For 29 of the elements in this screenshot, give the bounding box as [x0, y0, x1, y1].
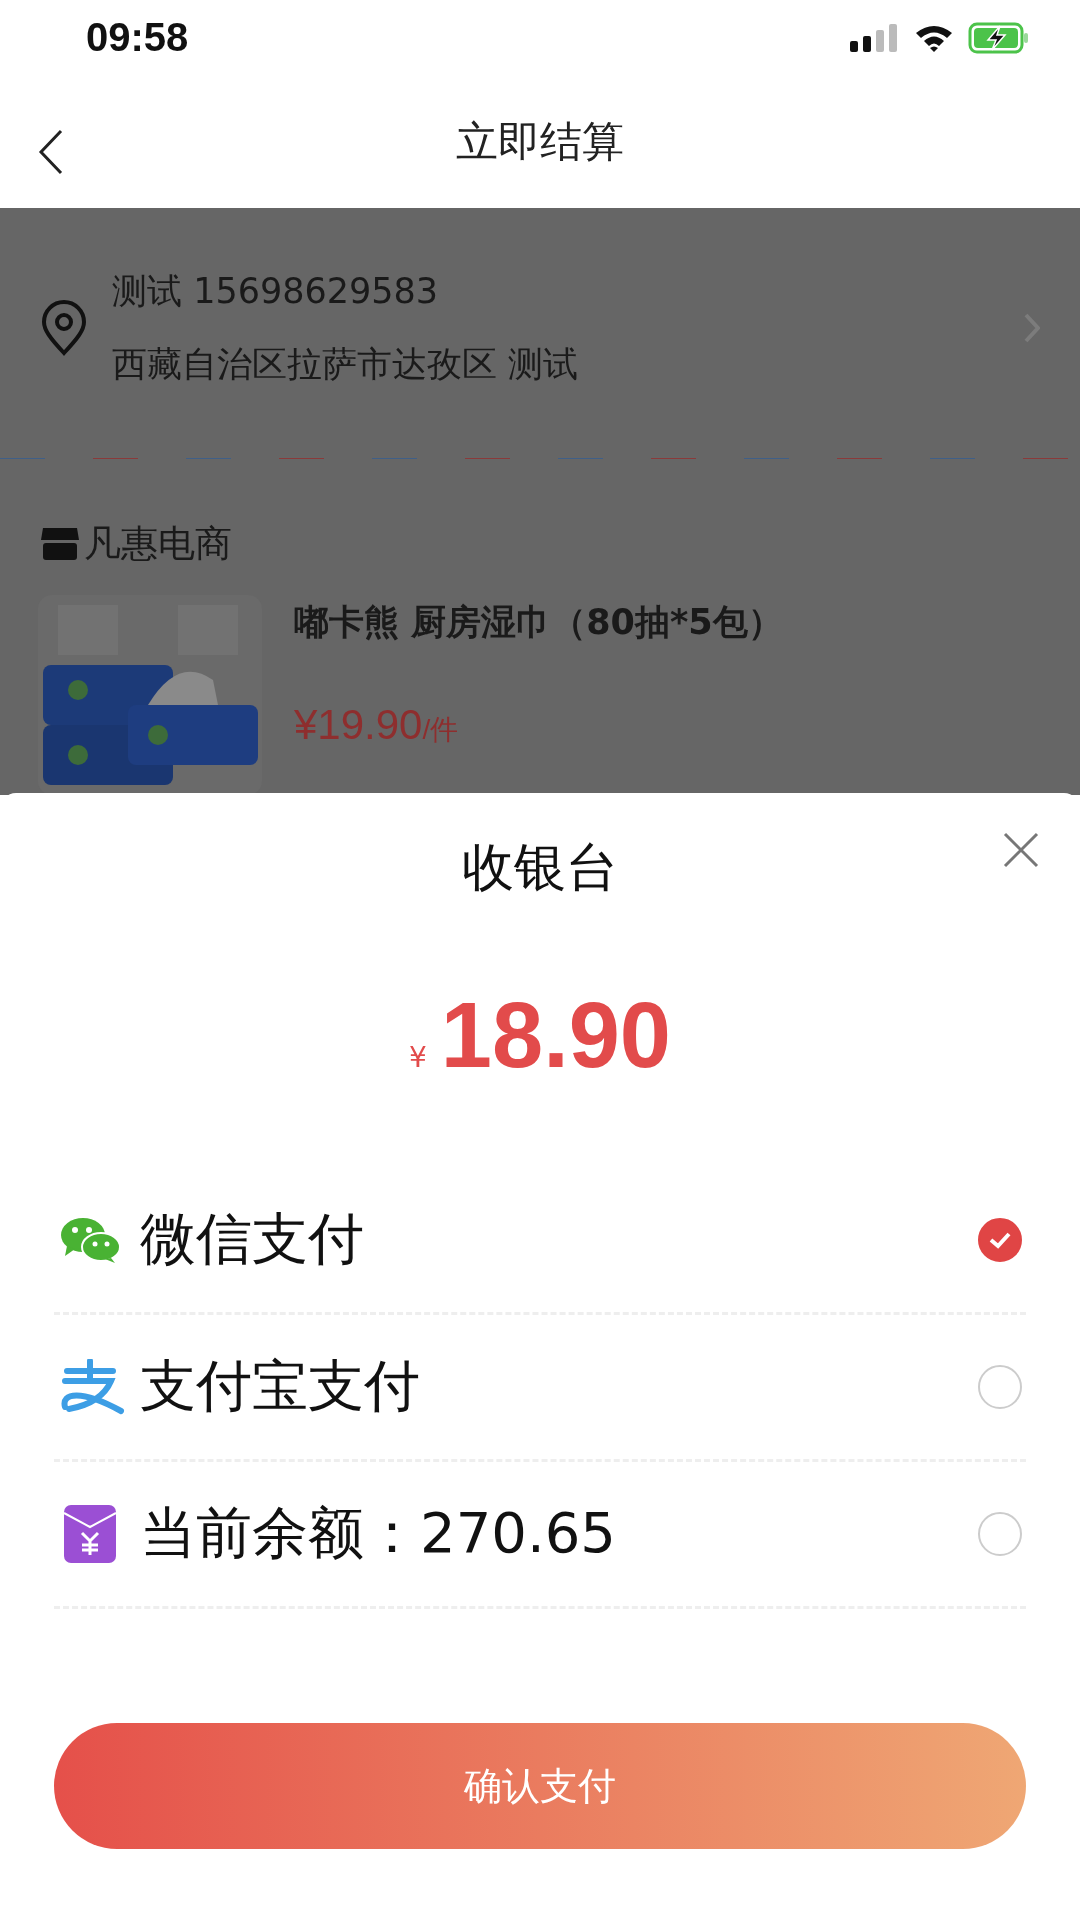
contact-text: 测试 15698629583	[112, 270, 440, 313]
wallet-icon	[62, 1503, 118, 1565]
location-pin-icon	[40, 300, 88, 356]
battery-icon	[968, 21, 1030, 54]
radio-button[interactable]	[978, 1512, 1022, 1556]
payment-amount: 18.90	[440, 983, 672, 1088]
page-title: 立即结算	[456, 115, 624, 168]
checkmark-icon	[988, 1230, 1012, 1250]
chat-bubbles-icon	[59, 1216, 121, 1264]
signal-icon	[850, 22, 900, 53]
close-icon[interactable]	[1002, 831, 1040, 869]
product-price: ¥19.90	[294, 701, 423, 748]
payment-option[interactable]: 当前余额：270.65	[54, 1462, 1026, 1609]
sheet-title: 收银台	[462, 836, 618, 899]
shop-name: 凡惠电商	[84, 521, 232, 567]
back-icon[interactable]	[38, 129, 64, 175]
radio-button[interactable]	[978, 1218, 1022, 1262]
currency-symbol: ¥	[408, 1041, 427, 1074]
status-time: 09:58	[86, 15, 189, 60]
price-unit: /件	[422, 714, 459, 745]
address-text: 西藏自治区拉萨市达孜区 测试	[112, 343, 580, 386]
payment-option[interactable]: 微信支付	[54, 1168, 1026, 1315]
payment-method-label: 微信支付	[140, 1205, 365, 1273]
payment-option[interactable]: 支付宝支付	[54, 1315, 1026, 1462]
payment-method-label: 当前余额：270.65	[140, 1499, 617, 1567]
payment-method-label: 支付宝支付	[140, 1352, 421, 1420]
radio-button[interactable]	[978, 1365, 1022, 1409]
product-title: 嘟卡熊 厨房湿巾（80抽*5包）	[294, 601, 783, 644]
shop-icon	[40, 526, 80, 562]
